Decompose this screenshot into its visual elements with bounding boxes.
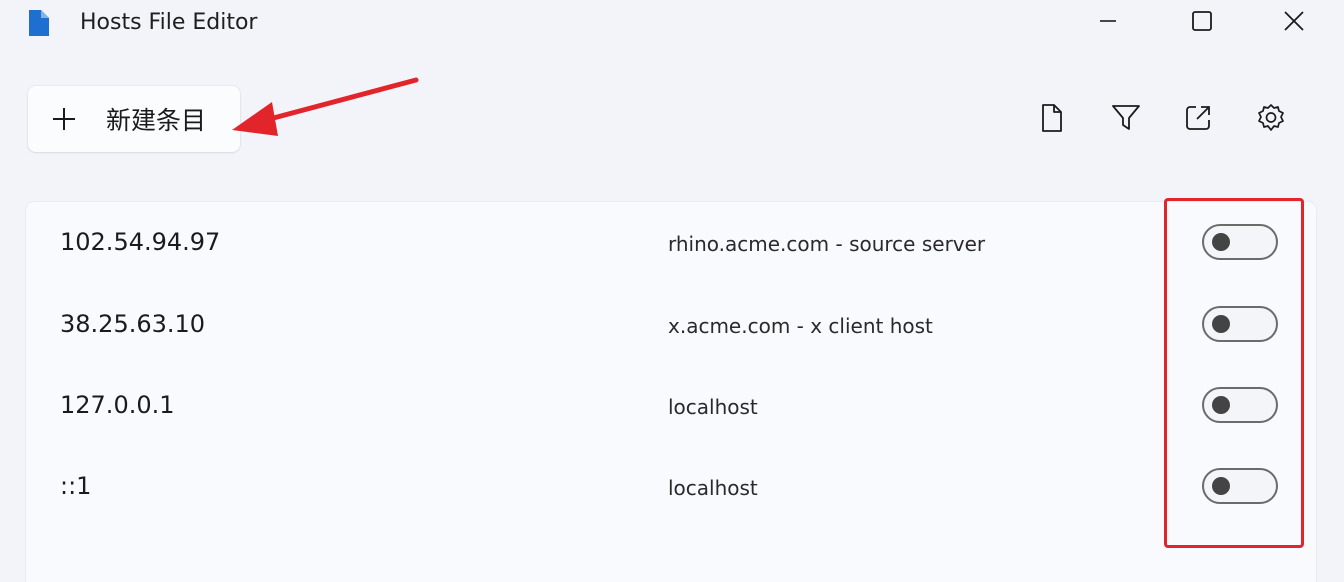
maximize-button[interactable] [1162, 0, 1242, 46]
entry-hosts: localhost [668, 395, 758, 419]
file-icon [1039, 103, 1065, 137]
list-item[interactable]: 102.54.94.97 rhino.acme.com - source ser… [26, 202, 1316, 284]
filter-button[interactable] [1108, 100, 1144, 140]
gear-icon [1255, 102, 1287, 138]
document-icon [26, 8, 52, 38]
minimize-icon [1098, 11, 1118, 35]
hosts-entries-list: 102.54.94.97 rhino.acme.com - source ser… [26, 202, 1316, 582]
list-item[interactable]: ::1 localhost [26, 446, 1316, 528]
filter-icon [1110, 103, 1142, 137]
entry-address: ::1 [60, 472, 92, 500]
minimize-button[interactable] [1068, 0, 1148, 46]
new-entry-button[interactable]: 新建条目 [28, 86, 240, 152]
title-bar: Hosts File Editor [0, 0, 1344, 50]
close-button[interactable] [1254, 0, 1334, 46]
close-icon [1283, 10, 1305, 36]
entry-address: 102.54.94.97 [60, 228, 221, 256]
annotation-arrow [232, 77, 419, 136]
settings-button[interactable] [1253, 100, 1289, 140]
plus-icon [52, 107, 76, 131]
list-item[interactable]: 127.0.0.1 localhost [26, 365, 1316, 447]
maximize-icon [1191, 10, 1213, 36]
entry-hosts: rhino.acme.com - source server [668, 232, 986, 256]
hosts-file-editor-window: Hosts File Editor 新建条目 102.54.94.97 rhin… [0, 0, 1344, 582]
open-external-icon [1183, 103, 1213, 137]
app-title: Hosts File Editor [80, 10, 258, 35]
open-external-button[interactable] [1180, 100, 1216, 140]
entry-address: 38.25.63.10 [60, 310, 206, 338]
annotation-highlight-box [1164, 198, 1304, 548]
new-entry-label: 新建条目 [106, 106, 207, 135]
list-item[interactable]: 38.25.63.10 x.acme.com - x client host [26, 284, 1316, 366]
entry-hosts: x.acme.com - x client host [668, 314, 933, 338]
file-button[interactable] [1034, 100, 1070, 140]
entry-hosts: localhost [668, 476, 758, 500]
entry-address: 127.0.0.1 [60, 391, 175, 419]
